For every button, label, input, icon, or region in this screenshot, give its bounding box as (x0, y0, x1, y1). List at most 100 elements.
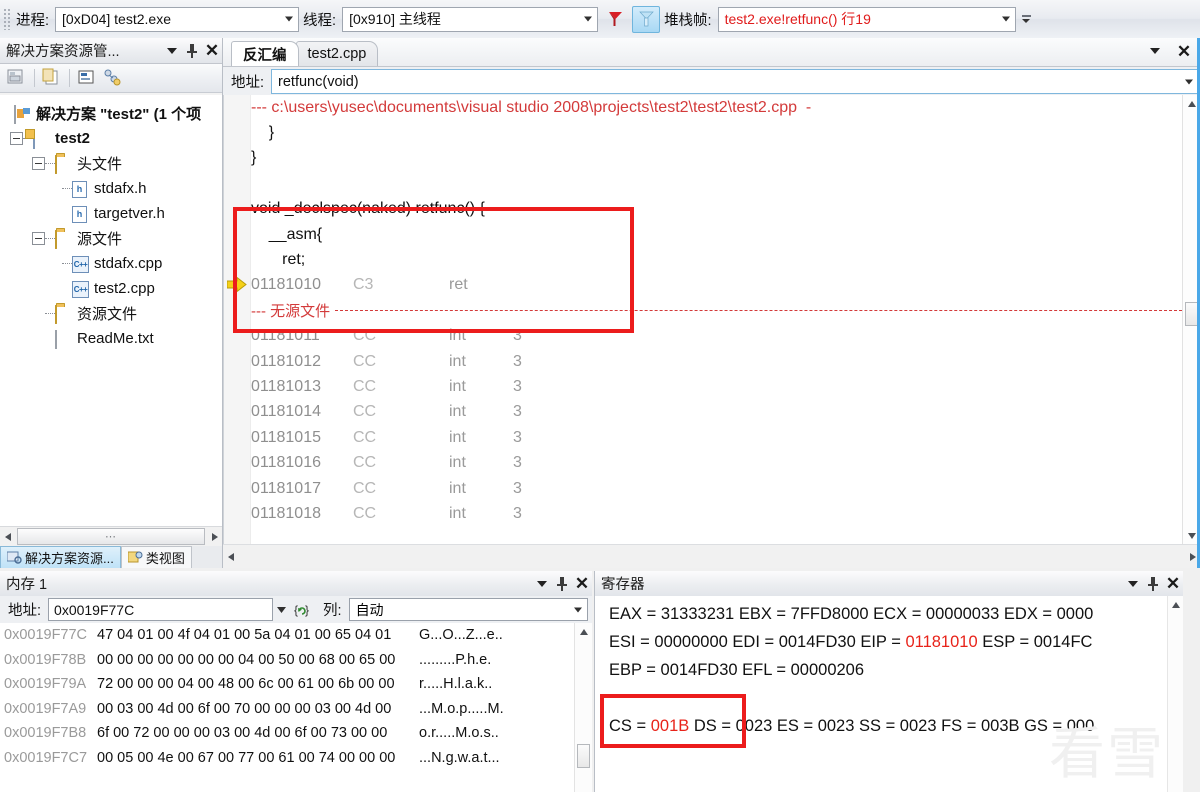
instruction-row[interactable]: 01181011 CC int 3 (251, 324, 1182, 349)
solution-tree[interactable]: 解决方案 "test2" (1 个项 test2 头文件 h stdafx.h (0, 95, 222, 526)
panel-menu-button[interactable] (162, 41, 182, 61)
tree-item-resource-folder[interactable]: 资源文件 (0, 301, 222, 326)
stack-frame-combobox[interactable]: test2.exe!retfunc() 行19 (717, 6, 1016, 32)
tree-item-project[interactable]: test2 (0, 126, 222, 151)
instruction-row[interactable]: 01181013 CC int 3 (251, 374, 1182, 399)
chevron-down-icon (1128, 580, 1138, 587)
scroll-left-icon[interactable] (0, 528, 16, 545)
pin-icon (186, 43, 198, 58)
instruction-row[interactable]: 01181015 CC int 3 (251, 425, 1182, 450)
registers-titlebar: 寄存器 ✕ (595, 571, 1183, 597)
memory-row[interactable]: 0x0019F78B 00 00 00 00 00 00 00 04 00 50… (0, 648, 592, 673)
close-panel-button[interactable]: ✕ (572, 574, 592, 594)
memory-row[interactable]: 0x0019F7A9 00 03 00 4d 00 6f 00 70 00 00… (0, 697, 592, 722)
memory-row-address: 0x0019F7C7 (4, 749, 88, 766)
collapse-expander-icon[interactable] (10, 132, 23, 145)
thread-combobox[interactable]: [0x910] 主线程 (342, 6, 599, 32)
registers-content[interactable]: 看雪 EAX = 31333231 EBX = 7FFD8000 ECX = 0… (595, 596, 1183, 792)
tab-test2-cpp[interactable]: test2.cpp (295, 41, 379, 66)
scroll-up-icon[interactable] (575, 623, 592, 640)
instruction-row[interactable]: 01181016 CC int 3 (251, 450, 1182, 475)
hscroll-thumb[interactable]: ⋯ (17, 528, 205, 545)
folder-icon (55, 304, 73, 324)
instruction-bytes: CC (353, 504, 377, 522)
pin-icon (556, 576, 568, 591)
visual-studio-debugger-window: 进程: [0xD04] test2.exe 线程: [0x910] 主线程 堆栈… (0, 0, 1200, 792)
solution-explorer-hscrollbar[interactable]: ⋯ (0, 526, 222, 546)
registers-vscrollbar[interactable] (1167, 596, 1183, 792)
tree-item-readme-txt[interactable]: ReadMe.txt (0, 326, 222, 351)
tree-item-test2-cpp[interactable]: C++ test2.cpp (0, 276, 222, 301)
auto-hide-button[interactable] (552, 574, 572, 594)
memory-row-hex: 47 04 01 00 4f 04 01 00 5a 04 01 00 65 0… (97, 627, 392, 644)
memory-title: 内存 1 (6, 577, 48, 593)
reevaluate-icon[interactable]: { } (289, 599, 315, 620)
panel-menu-button[interactable] (1123, 574, 1143, 594)
tree-item-targetver-h[interactable]: h targetver.h (0, 201, 222, 226)
current-instruction-row[interactable]: 01181010 C3 ret (251, 273, 1182, 298)
view-code-icon[interactable] (75, 67, 99, 89)
collapse-expander-icon[interactable] (32, 232, 45, 245)
address-input[interactable]: retfunc(void) (271, 69, 1198, 94)
close-panel-button[interactable]: ✕ (202, 41, 222, 61)
collapse-expander-icon[interactable] (32, 157, 45, 170)
close-document-button[interactable]: ✕ (1174, 41, 1194, 61)
toolbar-separator (69, 69, 70, 87)
close-icon: ✕ (574, 574, 590, 593)
tree-item-source-folder[interactable]: 源文件 (0, 226, 222, 251)
scroll-up-icon[interactable] (1168, 596, 1183, 613)
tab-class-view[interactable]: 类视图 (120, 546, 192, 568)
flag-blue-icon[interactable] (632, 5, 661, 33)
scroll-left-icon[interactable] (223, 548, 239, 565)
instruction-bytes: CC (353, 454, 377, 472)
memory-address-dropdown[interactable] (273, 599, 289, 620)
disassembly-hscrollbar[interactable] (223, 544, 1200, 568)
instruction-row[interactable]: 01181012 CC int 3 (251, 349, 1182, 374)
class-view-icon[interactable] (101, 67, 125, 89)
process-combobox[interactable]: [0xD04] test2.exe (55, 6, 300, 32)
instruction-bytes: CC (353, 403, 377, 421)
close-panel-button[interactable]: ✕ (1163, 574, 1183, 594)
memory-dump[interactable]: 0x0019F77C 47 04 01 00 4f 04 01 00 5a 04… (0, 623, 592, 792)
instruction-address: 01181010 (251, 276, 321, 294)
dashed-rule (335, 310, 1182, 312)
tree-item-solution[interactable]: 解决方案 "test2" (1 个项 (0, 101, 222, 126)
disassembly-code-area[interactable]: --- c:\users\yusec\documents\visual stud… (223, 95, 1200, 544)
instruction-row[interactable]: 01181014 CC int 3 (251, 400, 1182, 425)
flag-red-icon[interactable] (602, 7, 628, 32)
tree-item-stdafx-cpp[interactable]: C++ stdafx.cpp (0, 251, 222, 276)
auto-hide-button[interactable] (182, 41, 202, 61)
show-all-files-icon[interactable] (40, 67, 64, 89)
scroll-right-icon[interactable] (206, 528, 222, 545)
memory-row[interactable]: 0x0019F7C7 00 05 00 4e 00 67 00 77 00 61… (0, 746, 592, 771)
instruction-row[interactable]: 01181018 CC int 3 (251, 501, 1182, 526)
memory-row[interactable]: 0x0019F77C 47 04 01 00 4f 04 01 00 5a 04… (0, 623, 592, 648)
tree-item-header-folder[interactable]: 头文件 (0, 151, 222, 176)
auto-hide-button[interactable] (1143, 574, 1163, 594)
properties-icon[interactable] (5, 67, 29, 89)
memory-row[interactable]: 0x0019F7B8 6f 00 72 00 00 00 03 00 4d 00… (0, 721, 592, 746)
memory-row-hex: 6f 00 72 00 00 00 03 00 4d 00 6f 00 73 0… (97, 725, 388, 742)
register-spacer (595, 684, 1183, 712)
memory-row-ascii: .........P.h.e. (419, 651, 492, 668)
memory-vscrollbar[interactable] (574, 623, 592, 792)
toolbar-overflow-button[interactable] (1021, 15, 1031, 23)
instruction-bytes: CC (353, 327, 377, 345)
editor-gutter[interactable] (224, 95, 251, 544)
toolbar-grip[interactable] (3, 8, 12, 30)
tree-item-stdafx-h[interactable]: h stdafx.h (0, 176, 222, 201)
memory-address-input[interactable]: 0x0019F77C (48, 598, 274, 621)
source-file-header: --- c:\users\yusec\documents\visual stud… (251, 98, 812, 116)
close-icon: ✕ (204, 41, 220, 60)
instruction-row[interactable]: 01181017 CC int 3 (251, 476, 1182, 501)
vscroll-thumb[interactable] (577, 744, 590, 768)
instruction-operand: 3 (513, 377, 522, 395)
memory-columns-combobox[interactable]: 自动 (348, 598, 588, 621)
tab-solution-explorer[interactable]: 解决方案资源... (0, 546, 121, 568)
panel-menu-button[interactable] (532, 574, 552, 594)
tab-disassembly[interactable]: 反汇编 (231, 41, 299, 66)
document-list-button[interactable] (1145, 41, 1165, 61)
cpp-file-icon: C++ (72, 280, 90, 298)
memory-row[interactable]: 0x0019F79A 72 00 00 00 04 00 48 00 6c 00… (0, 672, 592, 697)
